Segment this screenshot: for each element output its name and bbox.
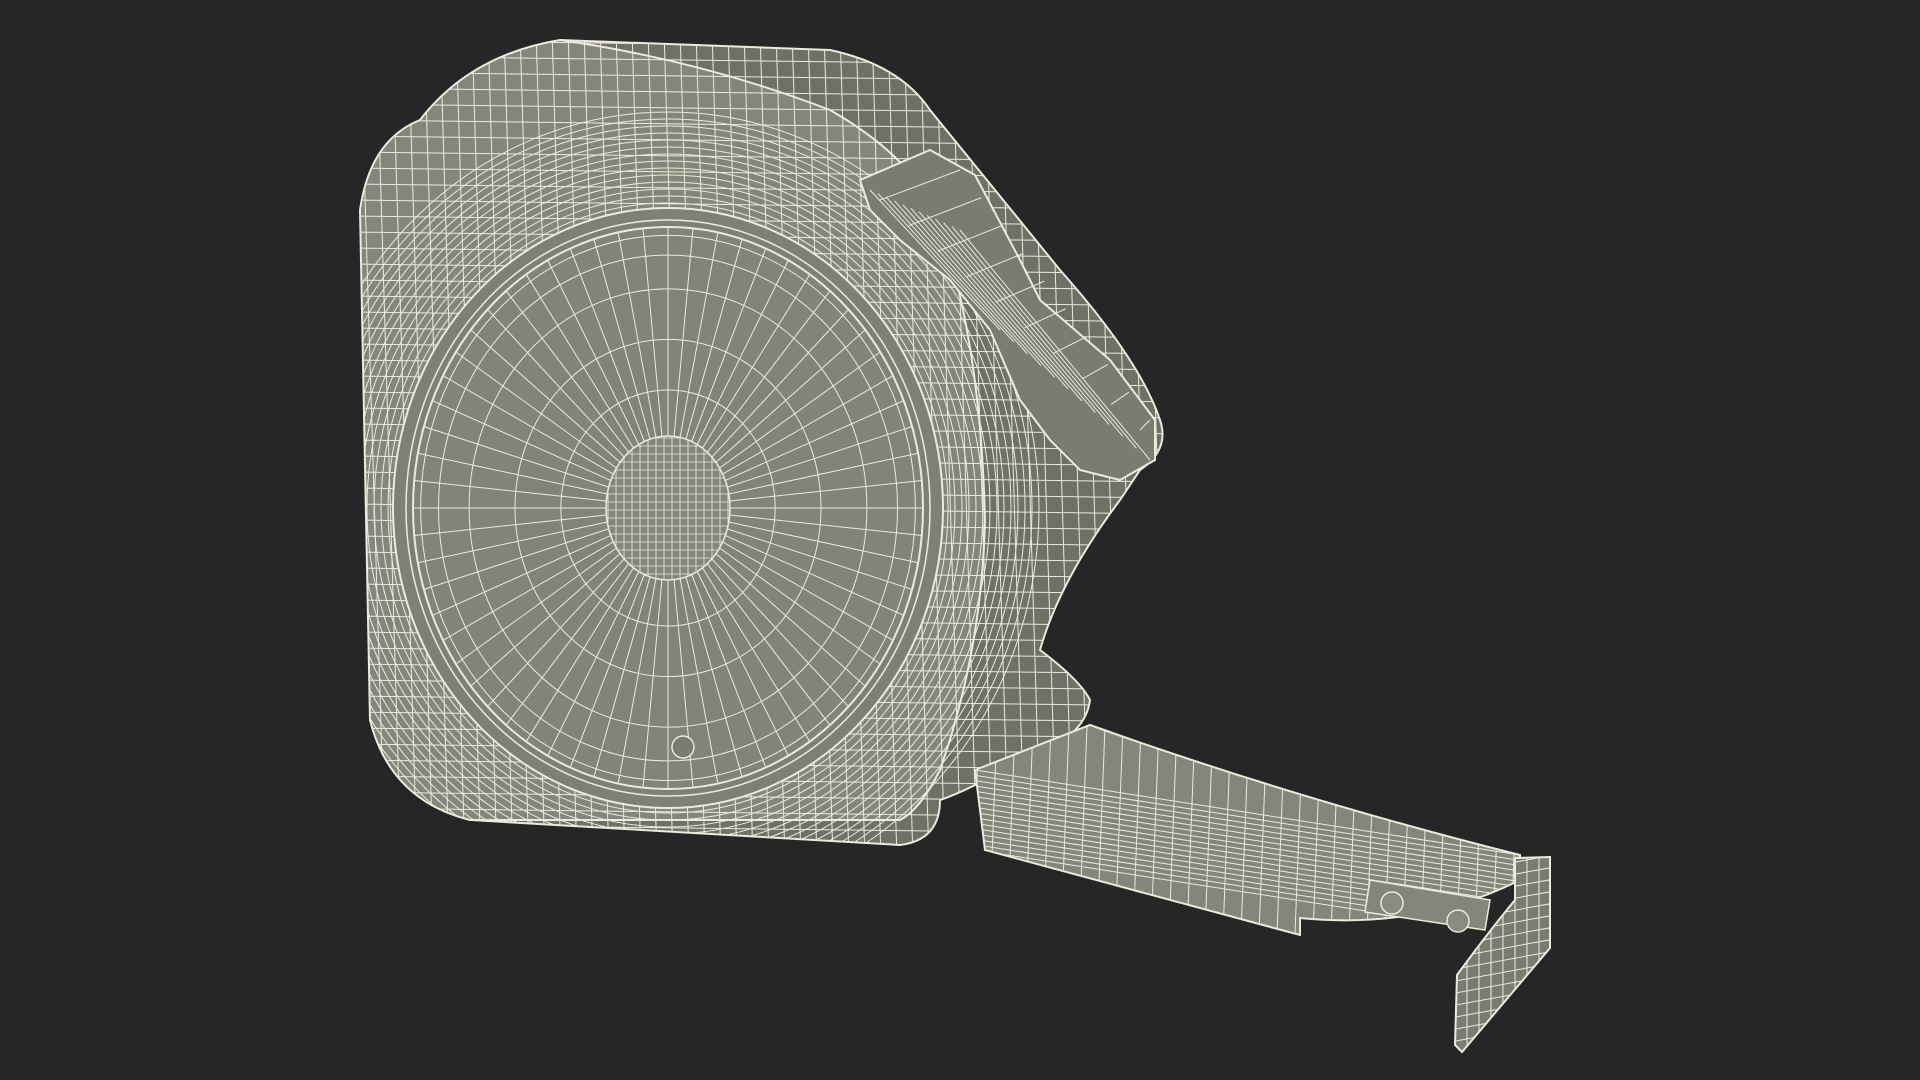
tape-measure-render bbox=[358, 38, 1551, 1054]
rivet-icon bbox=[1380, 891, 1404, 915]
screw-icon bbox=[671, 735, 695, 759]
center-hub bbox=[605, 435, 731, 581]
front-face-disc bbox=[392, 207, 944, 809]
rivet-icon bbox=[1446, 909, 1470, 933]
render-viewport bbox=[0, 0, 1920, 1080]
